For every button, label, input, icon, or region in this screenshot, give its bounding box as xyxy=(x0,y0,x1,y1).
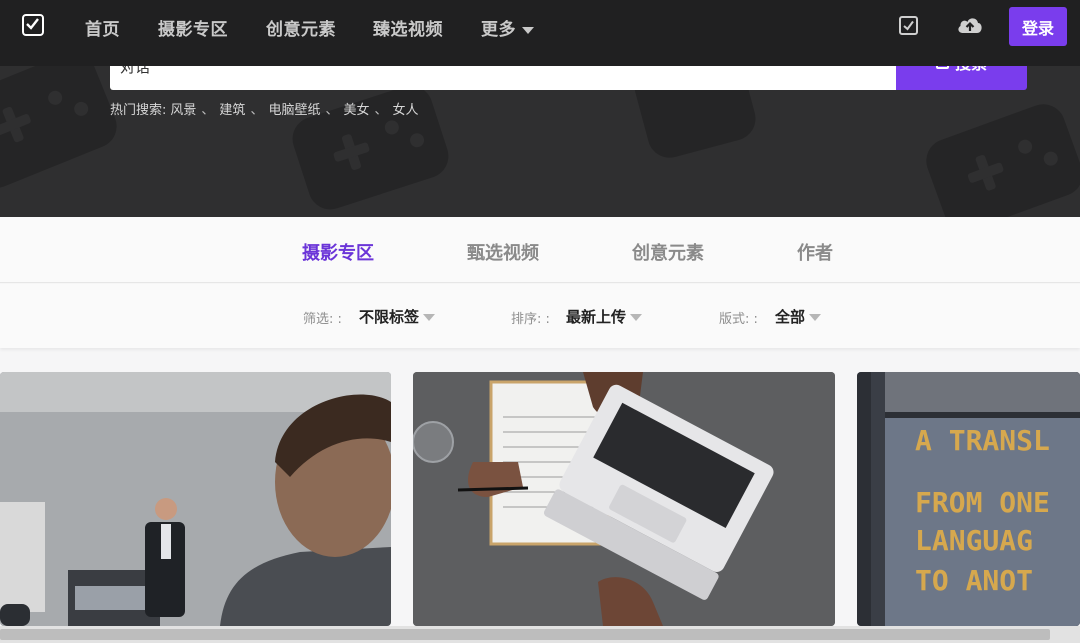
nav-item-creative[interactable]: 创意元素 xyxy=(266,15,336,40)
chevron-down-icon xyxy=(423,314,436,321)
scrollbar-thumb[interactable] xyxy=(0,629,1050,640)
tab-creative[interactable]: 创意元素 xyxy=(632,239,704,265)
nav-more-label: 更多 xyxy=(481,20,516,40)
chevron-down-icon xyxy=(522,26,534,34)
translation-plaque-photo[interactable]: A TRANSL FROM ONE LANGUAG TO ANOT xyxy=(857,372,1080,626)
category-tabs: 摄影专区 甄选视频 创意元素 作者 xyxy=(0,217,1080,283)
hot-tag[interactable]: 电脑壁纸 xyxy=(268,99,320,118)
chevron-down-icon xyxy=(630,314,643,321)
hot-tag[interactable]: 女人 xyxy=(393,99,419,118)
tab-author[interactable]: 作者 xyxy=(797,239,833,265)
nav-item-video[interactable]: 臻选视频 xyxy=(373,15,443,40)
gamepad-decoration xyxy=(0,45,124,195)
laptop-desk-photo[interactable] xyxy=(413,372,835,626)
svg-text:FROM ONE: FROM ONE xyxy=(915,486,1050,519)
sort-label: 排序: : xyxy=(511,312,550,327)
svg-text:TO ANOT: TO ANOT xyxy=(915,564,1033,597)
logo-check-icon[interactable] xyxy=(22,14,44,36)
hot-tag[interactable]: 美女 xyxy=(343,99,369,118)
tab-photography[interactable]: 摄影专区 xyxy=(302,239,374,265)
check-icon[interactable] xyxy=(899,16,918,35)
gamepad-decoration xyxy=(920,98,1080,217)
nav-item-home[interactable]: 首页 xyxy=(85,15,120,40)
tab-video[interactable]: 甄选视频 xyxy=(467,239,539,265)
nav-item-photography[interactable]: 摄影专区 xyxy=(158,15,228,40)
nav-item-more[interactable]: 更多 xyxy=(481,15,534,40)
layout-label: 版式: : xyxy=(719,312,758,327)
horizontal-scrollbar[interactable] xyxy=(0,626,1080,643)
hot-tag[interactable]: 建筑 xyxy=(219,99,245,118)
svg-text:LANGUAG: LANGUAG xyxy=(915,524,1033,557)
presentation-photo[interactable] xyxy=(0,372,391,626)
login-button[interactable]: 登录 xyxy=(1009,7,1067,46)
cloud-upload-icon[interactable] xyxy=(956,14,984,40)
hot-searches: 热门搜索: 风景 、 建筑 、 电脑壁纸 、 美女 、 女人 xyxy=(110,99,419,118)
chevron-down-icon xyxy=(809,314,822,321)
filter-tag-select[interactable]: 不限标签 xyxy=(359,306,436,327)
hot-searches-label: 热门搜索: xyxy=(110,103,167,118)
filter-bar: 筛选: : 不限标签 排序: : 最新上传 版式: : 全部 xyxy=(0,284,1080,348)
hot-tag[interactable]: 风景 xyxy=(170,99,196,118)
sort-select[interactable]: 最新上传 xyxy=(566,306,643,327)
filter-label: 筛选: : xyxy=(303,312,342,327)
top-navigation: 首页 摄影专区 创意元素 臻选视频 更多 登录 xyxy=(0,0,1080,66)
layout-select[interactable]: 全部 xyxy=(775,306,822,327)
svg-text:A TRANSL: A TRANSL xyxy=(915,424,1050,457)
